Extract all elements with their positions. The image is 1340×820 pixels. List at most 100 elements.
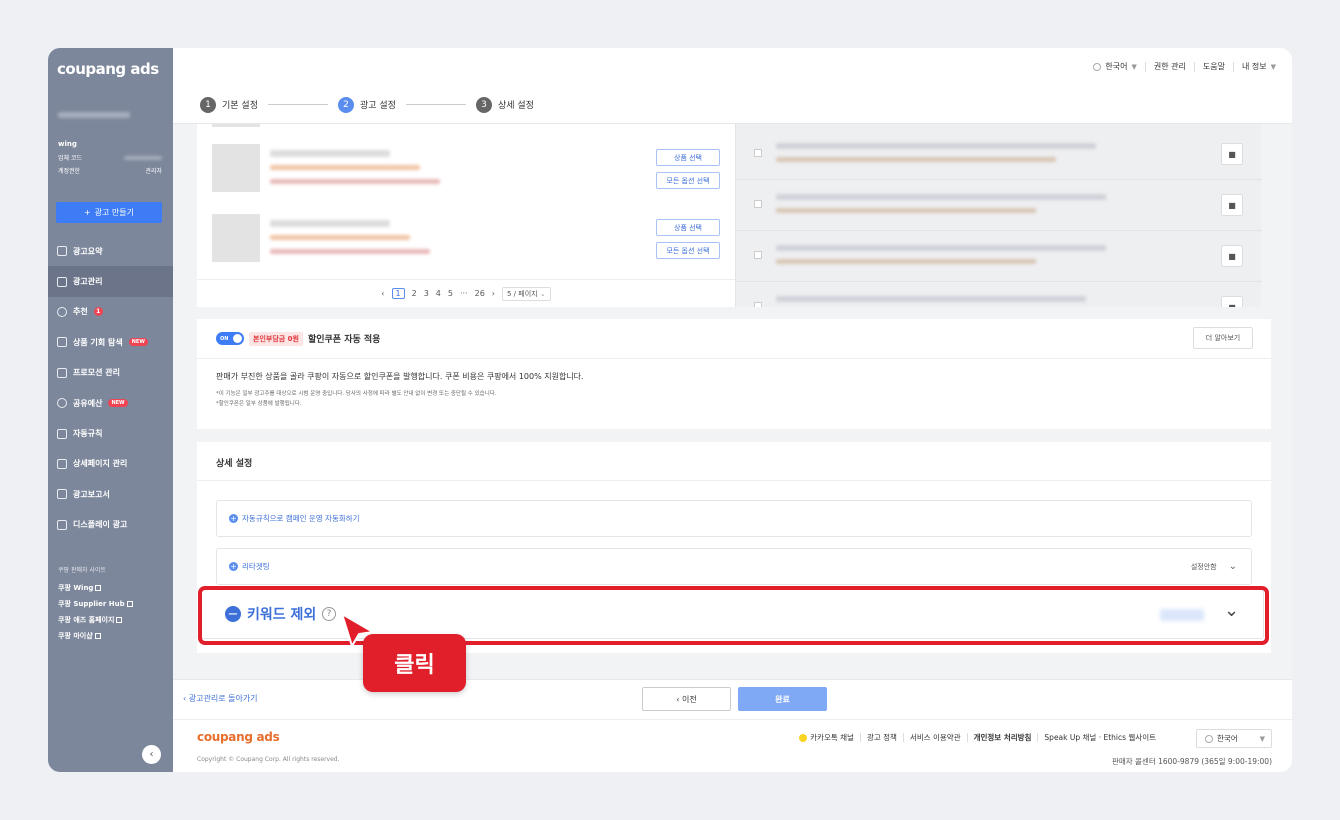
select-product-button[interactable]: 상품 선택 xyxy=(656,219,720,236)
sidebar-item-ad-summary[interactable]: 광고요약 xyxy=(48,236,173,266)
footer-link-kakao[interactable]: 카카오톡 채널 xyxy=(793,733,860,742)
select-all-options-button[interactable]: 모든 옵션 선택 xyxy=(656,172,720,189)
create-ad-button[interactable]: + 광고 만들기 xyxy=(56,202,162,223)
chevron-down-icon: ⌄ xyxy=(539,289,546,298)
page-1[interactable]: 1 xyxy=(391,288,405,299)
selected-products-list: ■ ■ ■ ■ xyxy=(735,124,1262,307)
page-2[interactable]: 2 xyxy=(412,289,417,298)
footer-link-speakup[interactable]: Speak Up 채널 · Ethics 웹사이트 xyxy=(1037,733,1162,742)
sidebar-item-recommend[interactable]: 추천 1 xyxy=(48,297,173,327)
retargeting-accordion[interactable]: + 리타겟팅 설정안함 ⌄ xyxy=(216,548,1252,585)
footer-link-privacy[interactable]: 개인정보 처리방침 xyxy=(966,733,1038,742)
product-thumbnail xyxy=(212,144,260,192)
footer-logo[interactable]: coupang ads xyxy=(197,730,280,744)
trash-icon[interactable]: ■ xyxy=(1221,245,1243,267)
sidebar-item-label: 상품 기회 탐색 xyxy=(73,337,123,347)
prev-page-icon[interactable]: ‹ xyxy=(381,289,384,298)
prev-button[interactable]: ‹ 이전 xyxy=(642,687,731,711)
step-basic[interactable]: 1 기본 설정 xyxy=(200,96,258,113)
select-all-options-button[interactable]: 모든 옵션 선택 xyxy=(656,242,720,259)
blurred-product-info xyxy=(270,165,420,170)
sidebar-collapse-button[interactable]: ‹ xyxy=(142,745,161,764)
auto-coupon-header: ON 본인부담금 0원 할인쿠폰 자동 적용 xyxy=(197,319,1271,359)
trash-icon[interactable]: ■ xyxy=(1221,194,1243,216)
step-connector xyxy=(405,104,466,105)
blurred-product-name xyxy=(776,143,1096,149)
footer-link-terms[interactable]: 서비스 이용약관 xyxy=(902,733,967,742)
step-number: 1 xyxy=(200,96,216,113)
row-checkbox[interactable] xyxy=(754,149,762,157)
row-checkbox[interactable] xyxy=(754,251,762,259)
sidebar-item-auto-rule[interactable]: 자동규칙 xyxy=(48,418,173,448)
sidebar-item-display-ad[interactable]: 디스플레이 광고 xyxy=(48,510,173,540)
top-bar: 한국어 ▼ 권한 관리 도움말 내 정보 ▼ xyxy=(173,48,1292,86)
next-page-icon[interactable]: › xyxy=(492,289,495,298)
step-ad-settings[interactable]: 2 광고 설정 xyxy=(337,96,396,113)
my-info-menu[interactable]: 내 정보 ▼ xyxy=(1232,62,1284,72)
display-icon xyxy=(57,519,67,530)
zero-cost-badge: 본인부담금 0원 xyxy=(249,331,303,346)
sidebar-item-label: 자동규칙 xyxy=(73,429,103,439)
auto-rule-accordion[interactable]: + 자동규칙으로 캠페인 운영 자동화하기 xyxy=(216,500,1252,537)
language-selector[interactable]: 한국어 ▼ xyxy=(1085,62,1144,72)
external-link-icon xyxy=(116,617,123,623)
external-link-icon xyxy=(94,633,101,639)
bar-chart-icon xyxy=(57,489,67,500)
sidebar-item-detail-page[interactable]: 상세페이지 관리 xyxy=(48,449,173,479)
back-link-label: 광고관리로 돌아가기 xyxy=(188,694,258,703)
sidebar-item-promotion[interactable]: 프로모션 관리 xyxy=(48,358,173,388)
page-ellipsis[interactable]: ··· xyxy=(460,289,468,298)
site-link-wing[interactable]: 쿠팡 Wing xyxy=(58,583,102,593)
auto-coupon-title: 할인쿠폰 자동 적용 xyxy=(307,335,381,345)
footer-links: 카카오톡 채널 광고 정책 서비스 이용약관 개인정보 처리방침 Speak U… xyxy=(793,733,1162,742)
vendor-code-label: 업체 코드 xyxy=(58,155,82,162)
footer-language-select[interactable]: 한국어 ▼ xyxy=(1196,729,1272,748)
site-link-supplier-hub[interactable]: 쿠팡 Supplier Hub xyxy=(58,599,133,609)
step-detail-settings[interactable]: 3 상세 설정 xyxy=(475,96,534,113)
sidebar-item-ad-report[interactable]: 광고보고서 xyxy=(48,479,173,509)
chevron-left-icon: ‹ xyxy=(149,749,154,760)
page-last[interactable]: 26 xyxy=(475,289,485,298)
trash-icon[interactable]: ■ xyxy=(1221,296,1243,307)
done-button[interactable]: 완료 xyxy=(738,687,827,711)
permissions-link[interactable]: 권한 관리 xyxy=(1144,62,1194,72)
row-checkbox[interactable] xyxy=(754,302,762,307)
copyright: Copyright © Coupang Corp. All rights res… xyxy=(197,756,340,763)
create-ad-label: 광고 만들기 xyxy=(94,208,135,217)
page-3[interactable]: 3 xyxy=(424,289,429,298)
page-4[interactable]: 4 xyxy=(436,289,441,298)
coupang-ads-logo[interactable]: coupang ads xyxy=(57,60,159,78)
product-thumbnail-partial xyxy=(212,124,260,127)
account-name: wing xyxy=(58,140,77,148)
page-size-select[interactable]: 5 / 페이지 ⌄ xyxy=(502,286,551,301)
select-product-button[interactable]: 상품 선택 xyxy=(656,149,720,166)
kakao-icon xyxy=(799,734,808,742)
page-5[interactable]: 5 xyxy=(448,289,453,298)
check-circle-icon xyxy=(57,398,67,409)
sidebar-item-ad-management[interactable]: 광고관리 xyxy=(48,266,173,297)
page-size-label: 5 / 페이지 xyxy=(507,289,538,298)
auto-coupon-toggle[interactable]: ON xyxy=(216,332,244,345)
site-link-label: 쿠팡 애즈 홈페이지 xyxy=(58,616,115,624)
new-badge: NEW xyxy=(128,338,148,347)
back-to-ad-management-link[interactable]: ‹ 광고관리로 돌아가기 xyxy=(183,693,258,704)
app-window: coupang ads wing 업체 코드 계정권한 관리자 + 광고 만들기… xyxy=(48,48,1292,772)
plus-circle-icon: + xyxy=(229,514,238,523)
sidebar-item-product-opportunity[interactable]: 상품 기회 탐색 NEW xyxy=(48,327,173,357)
blurred-product-info xyxy=(270,235,410,240)
step-label: 기본 설정 xyxy=(222,101,258,111)
site-link-my-shop[interactable]: 쿠팡 마이샵 xyxy=(58,631,101,641)
sidebar-item-shared-budget[interactable]: 공유예산 NEW xyxy=(48,388,173,418)
sidebar-item-label: 프로모션 관리 xyxy=(73,368,120,378)
bottom-action-bar: ‹ 광고관리로 돌아가기 ‹ 이전 완료 xyxy=(173,679,1292,719)
check-circle-icon xyxy=(57,306,67,317)
step-number: 2 xyxy=(337,96,354,113)
learn-more-button[interactable]: 더 알아보기 xyxy=(1193,327,1253,349)
detail-settings-title: 상세 설정 xyxy=(216,459,253,469)
help-link[interactable]: 도움말 xyxy=(1193,62,1233,72)
site-link-ads-home[interactable]: 쿠팡 애즈 홈페이지 xyxy=(58,615,123,625)
role-label: 계정권한 xyxy=(58,168,81,175)
trash-icon[interactable]: ■ xyxy=(1221,143,1243,165)
footer-link-ad-policy[interactable]: 광고 정책 xyxy=(859,733,903,742)
row-checkbox[interactable] xyxy=(754,200,762,208)
